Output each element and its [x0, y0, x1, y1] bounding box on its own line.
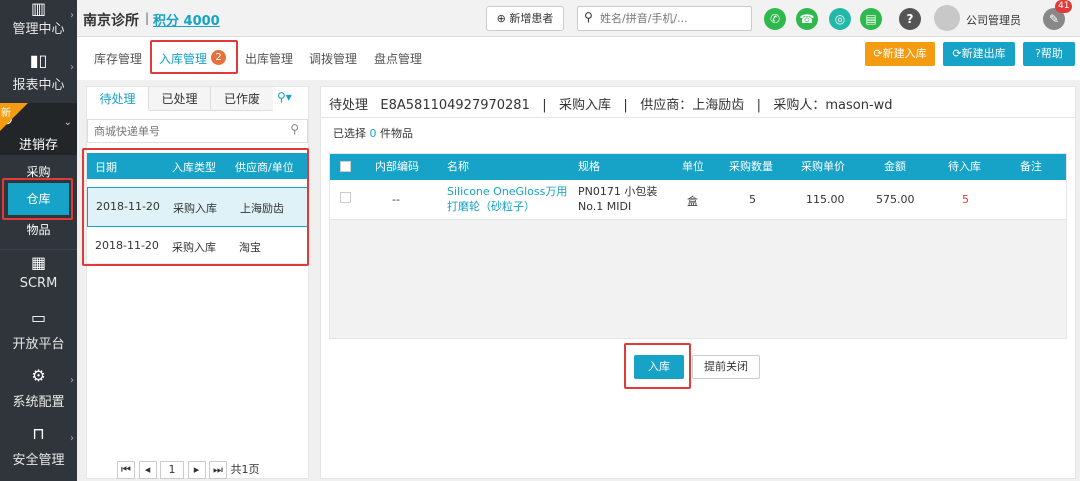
sidebar-item-management[interactable]: ▥ 管理中心 ›: [0, 0, 77, 42]
help-icon[interactable]: ?: [899, 8, 921, 30]
item-row[interactable]: -- Silicone OneGloss万用打磨轮（砂粒子） PN0171 小包…: [330, 180, 1066, 220]
selected-summary: 已选择 0 件物品: [333, 127, 413, 140]
new-patient-button[interactable]: ⊕ 新增患者: [486, 6, 564, 31]
item-name-link[interactable]: Silicone OneGloss万用打磨轮（砂粒子）: [447, 184, 571, 214]
divider: |: [145, 11, 150, 25]
book-icon: ▥: [30, 0, 47, 18]
grid-icon: ▦: [30, 253, 47, 272]
top-bar: 南京诊所 | 积分 4000 ⊕ 新增患者 ⚲ ✆ ☎ ◎ ▤ ? 公司管理员 …: [77, 0, 1080, 37]
subtab-voided[interactable]: 已作废: [211, 87, 273, 111]
order-detail-panel: 待处理 E8A581104927970281 | 采购入库 | 供应商：上海励齿…: [320, 86, 1076, 479]
detail-divider: [321, 117, 1075, 118]
pager: ⏮ ◂ 1 ▸ ⏭ 共1页: [117, 461, 260, 479]
order-detail-header: 待处理 E8A581104927970281 | 采购入库 | 供应商：上海励齿…: [329, 98, 893, 113]
page-number[interactable]: 1: [160, 461, 184, 479]
chevron-right-icon: ›: [70, 375, 74, 386]
note-icon[interactable]: ▤: [860, 8, 882, 30]
plus-circle-icon: ⊕: [496, 12, 506, 25]
monitor-icon: ▭: [30, 308, 47, 327]
refresh-icon: ⟳: [952, 47, 962, 60]
express-search-input[interactable]: [94, 123, 279, 139]
help-button[interactable]: ?帮助: [1023, 42, 1075, 66]
next-page-icon[interactable]: ▸: [187, 461, 206, 479]
subtab-pending[interactable]: 待处理: [87, 87, 149, 111]
search-box[interactable]: ⚲: [577, 6, 752, 31]
phone-icon[interactable]: ☎: [796, 8, 818, 30]
row-checkbox[interactable]: [340, 192, 351, 203]
bar-chart-icon: ▮▯: [29, 51, 48, 70]
sidebar-item-security[interactable]: ⊓ 安全管理 ›: [0, 423, 77, 471]
gear-icon: ⚙: [31, 366, 46, 385]
subtab-processed[interactable]: 已处理: [149, 87, 211, 111]
new-badge-label: 新: [1, 108, 11, 119]
search-filter-icon[interactable]: ⚲▾: [277, 90, 292, 104]
user-name[interactable]: 公司管理员: [966, 12, 1021, 28]
items-table: 内部编码 名称 规格 单位 采购数量 采购单价 金额 待入库 备注 -- Sil…: [329, 153, 1067, 339]
lock-icon: ⊓: [32, 424, 45, 443]
page-total: 共1页: [230, 463, 260, 476]
close-early-button[interactable]: 提前关闭: [692, 355, 760, 379]
sidebar: ▥ 管理中心 › ▮▯ 报表中心 › 新 ⊛ 进销存 ⌄ 采购 仓库 物品 ▦ …: [0, 0, 77, 481]
points-link[interactable]: 积分 4000: [153, 10, 220, 29]
tab-inventory[interactable]: 库存管理: [94, 50, 142, 67]
sidebar-item-open-platform[interactable]: ▭ 开放平台: [0, 305, 77, 353]
chevron-right-icon: ›: [70, 10, 74, 21]
highlight-order-list: [82, 148, 309, 266]
avatar[interactable]: [934, 5, 960, 31]
refresh-icon: ⟳: [873, 47, 883, 60]
new-stock-in-button[interactable]: ⟳新建入库: [865, 42, 935, 66]
highlight-tab: [150, 40, 238, 74]
sidebar-item-inventory[interactable]: 新 ⊛ 进销存 ⌄: [0, 103, 77, 155]
order-list-panel: 待处理 已处理 已作废 ⚲▾ ⚲ 日期 入库类型 供应商/单位 2018-11-…: [86, 86, 309, 479]
items-table-header: 内部编码 名称 规格 单位 采购数量 采购单价 金额 待入库 备注: [330, 154, 1066, 180]
sidebar-item-scrm[interactable]: ▦ SCRM: [0, 249, 77, 295]
sidebar-item-reports[interactable]: ▮▯ 报表中心 ›: [0, 52, 77, 98]
search-icon: ⚲: [584, 10, 593, 24]
select-all-checkbox[interactable]: [340, 161, 351, 172]
first-page-icon[interactable]: ⏮: [117, 461, 135, 479]
search-input[interactable]: [600, 10, 746, 27]
chevron-right-icon: ›: [70, 62, 74, 73]
tab-stocktake[interactable]: 盘点管理: [374, 50, 422, 67]
chat-icon[interactable]: ◎: [829, 8, 851, 30]
wechat-icon[interactable]: ✆: [764, 8, 786, 30]
search-icon[interactable]: ⚲: [290, 122, 299, 136]
notification-count: 41: [1055, 0, 1073, 13]
highlight-warehouse: [2, 178, 73, 220]
tab-stock-out[interactable]: 出库管理: [245, 50, 293, 67]
sidebar-sub-items[interactable]: 物品: [0, 221, 77, 238]
clinic-name[interactable]: 南京诊所: [83, 10, 139, 30]
chevron-right-icon: ›: [70, 433, 74, 444]
highlight-stock-in-button: [624, 343, 691, 389]
chevron-down-icon: ⌄: [63, 117, 72, 128]
tab-transfer[interactable]: 调拨管理: [309, 50, 357, 67]
sidebar-item-system-config[interactable]: ⚙ 系统配置 ›: [0, 365, 77, 413]
last-page-icon[interactable]: ⏭: [209, 461, 227, 479]
new-stock-out-button[interactable]: ⟳新建出库: [943, 42, 1015, 66]
express-search-box[interactable]: ⚲: [87, 119, 308, 143]
prev-page-icon[interactable]: ◂: [138, 461, 157, 479]
